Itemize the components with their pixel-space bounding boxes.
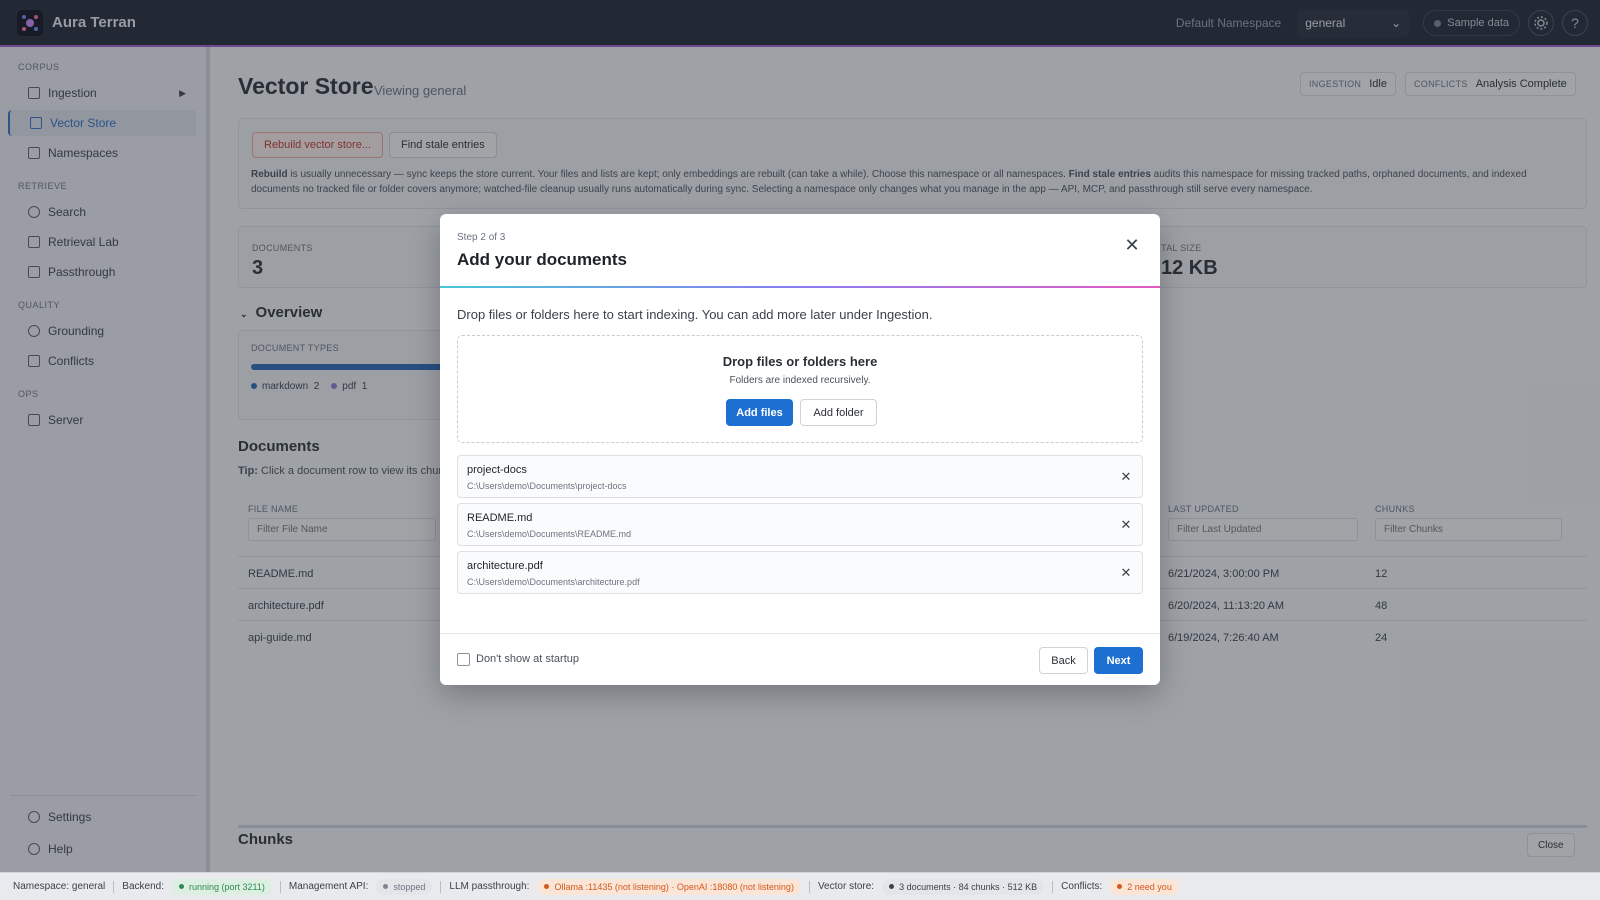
status-bar: Namespace: general Backend: running (por…: [0, 872, 1600, 900]
next-button[interactable]: Next: [1094, 647, 1143, 674]
onboarding-dialog: Step 2 of 3 Add your documents ✕ Drop fi…: [440, 214, 1160, 685]
remove-file-button[interactable]: ✕: [1118, 565, 1134, 581]
status-dot-icon: [544, 884, 550, 889]
add-folder-button[interactable]: Add folder: [800, 399, 877, 426]
divider: [440, 880, 442, 893]
file-item-name: README.md: [467, 512, 533, 524]
dialog-footer-divider: [440, 633, 1160, 634]
dropzone-subtitle: Folders are indexed recursively.: [729, 375, 871, 386]
close-icon: ✕: [1120, 517, 1132, 532]
mgmt-api-status-badge: stopped: [376, 878, 433, 895]
dont-show-checkbox[interactable]: [457, 653, 470, 666]
file-item-name: project-docs: [467, 464, 527, 476]
remove-file-button[interactable]: ✕: [1118, 469, 1134, 485]
close-icon: ✕: [1124, 234, 1140, 255]
file-dropzone[interactable]: Drop files or folders here Folders are i…: [457, 335, 1143, 443]
close-dialog-button[interactable]: ✕: [1121, 234, 1143, 256]
remove-file-button[interactable]: ✕: [1118, 517, 1134, 533]
divider: [1052, 880, 1054, 893]
dialog-header: Step 2 of 3 Add your documents ✕: [440, 214, 1160, 288]
back-button[interactable]: Back: [1039, 647, 1088, 674]
step-indicator: Step 2 of 3: [457, 232, 506, 243]
add-files-button[interactable]: Add files: [726, 399, 793, 426]
dialog-description: Drop files or folders here to start inde…: [457, 307, 933, 322]
file-list-item: architecture.pdf C:\Users\demo\Documents…: [457, 551, 1143, 594]
file-list-item: README.md C:\Users\demo\Documents\README…: [457, 503, 1143, 546]
dropzone-title: Drop files or folders here: [722, 354, 878, 369]
file-item-path: C:\Users\demo\Documents\architecture.pdf: [467, 577, 640, 587]
status-namespace: Namespace: general: [13, 881, 106, 892]
divider: [279, 880, 281, 893]
close-icon: ✕: [1120, 565, 1132, 580]
file-item-path: C:\Users\demo\Documents\project-docs: [467, 481, 627, 491]
status-dot-icon: [889, 884, 895, 889]
status-mgmt-label: Management API:: [288, 881, 369, 892]
status-dot-icon: [1117, 884, 1123, 889]
file-list-item: project-docs C:\Users\demo\Documents\pro…: [457, 455, 1143, 498]
file-item-name: architecture.pdf: [467, 560, 543, 572]
status-llm-label: LLM passthrough:: [449, 881, 530, 892]
status-vector-label: Vector store:: [817, 881, 875, 892]
divider: [113, 880, 115, 893]
header-accent-line: [440, 286, 1160, 288]
divider: [808, 880, 810, 893]
dialog-title: Add your documents: [457, 250, 628, 269]
status-dot-icon: [383, 884, 389, 889]
dont-show-label[interactable]: Don't show at startup: [476, 653, 579, 665]
llm-passthrough-status-badge: Ollama :11435 (not listening) · OpenAI :…: [537, 878, 801, 895]
status-backend-label: Backend:: [122, 881, 164, 892]
backend-status-badge: running (port 3211): [171, 878, 272, 895]
status-conflicts-label: Conflicts:: [1061, 881, 1103, 892]
file-item-path: C:\Users\demo\Documents\README.md: [467, 529, 632, 539]
vector-store-status-badge: 3 documents · 84 chunks · 512 KB: [882, 878, 1045, 895]
conflicts-status-badge[interactable]: 2 need you: [1110, 878, 1179, 895]
close-icon: ✕: [1120, 469, 1132, 484]
status-dot-icon: [178, 884, 184, 889]
